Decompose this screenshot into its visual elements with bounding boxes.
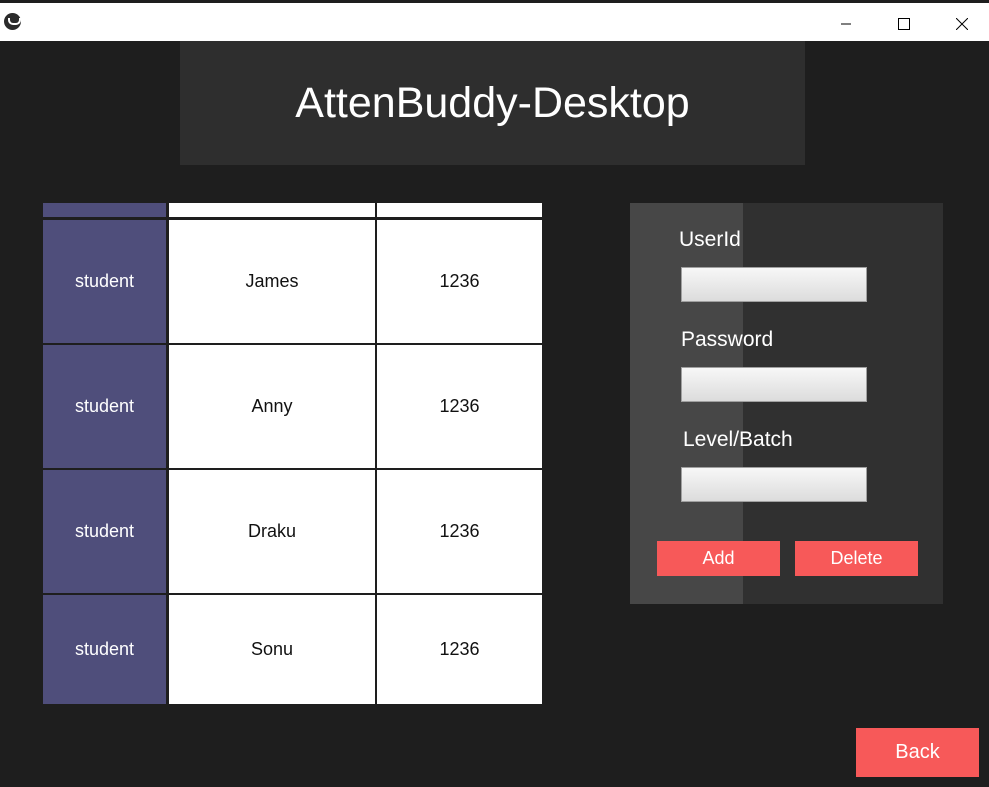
table-cell-id	[377, 203, 542, 217]
table-cell-name[interactable]: Anny	[169, 345, 375, 468]
maximize-icon	[898, 17, 910, 30]
table-cell-id[interactable]: 1236	[377, 470, 542, 593]
user-form-panel: UserId Password Level/Batch Add Delete	[630, 203, 943, 604]
table-cell-name	[169, 203, 375, 217]
minimize-button[interactable]	[817, 6, 875, 41]
page-title: AttenBuddy-Desktop	[295, 78, 690, 127]
level-batch-input[interactable]	[681, 467, 867, 502]
add-button[interactable]: Add	[657, 541, 780, 576]
maximize-button[interactable]	[875, 6, 933, 41]
table-cell-role[interactable]: student	[43, 220, 166, 343]
table-cell-id[interactable]: 1236	[377, 220, 542, 343]
userid-input[interactable]	[681, 267, 867, 302]
header-banner: AttenBuddy-Desktop	[180, 41, 805, 165]
minimize-icon	[841, 23, 851, 24]
delete-button[interactable]: Delete	[795, 541, 918, 576]
table-cell-id[interactable]: 1236	[377, 595, 542, 704]
table-cell-name[interactable]: Sonu	[169, 595, 375, 704]
table-cell-name[interactable]: Draku	[169, 470, 375, 593]
table-cell-role[interactable]: student	[43, 470, 166, 593]
password-input[interactable]	[681, 367, 867, 402]
table-cell-role[interactable]: student	[43, 595, 166, 704]
table-cell-role[interactable]: student	[43, 345, 166, 468]
users-table[interactable]: student James 1236 student Anny 1236 stu…	[43, 203, 542, 704]
table-cell-id[interactable]: 1236	[377, 345, 542, 468]
level-batch-label: Level/Batch	[683, 428, 793, 451]
kivy-logo-icon	[4, 13, 21, 30]
userid-label: UserId	[679, 228, 741, 251]
password-label: Password	[681, 328, 774, 351]
close-icon	[956, 17, 968, 30]
back-button[interactable]: Back	[856, 728, 979, 777]
table-cell-role	[43, 203, 166, 217]
table-cell-name[interactable]: James	[169, 220, 375, 343]
close-button[interactable]	[933, 6, 989, 41]
window-titlebar	[0, 0, 989, 41]
